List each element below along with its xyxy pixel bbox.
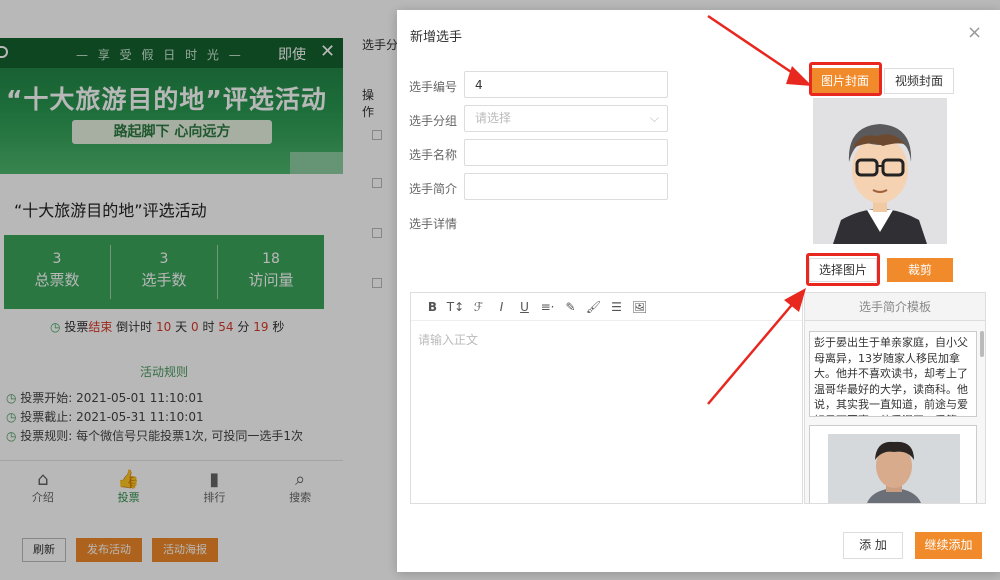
- image-icon[interactable]: 🖼: [628, 300, 651, 314]
- editor-placeholder[interactable]: 请输入正文: [418, 331, 478, 348]
- align-icon[interactable]: ☰: [605, 300, 628, 314]
- player-name-input[interactable]: [464, 139, 668, 166]
- cover-image: [813, 98, 947, 244]
- rich-text-editor: B T↕ ℱ I U ≡· ✎ 🖌 ☰ 🖼 请输入正文: [410, 292, 803, 504]
- highlight-box: [806, 253, 880, 286]
- bold-icon[interactable]: B: [421, 300, 444, 314]
- dialog-title: 新增选手: [410, 30, 463, 45]
- intro-label: 选手简介: [409, 182, 458, 196]
- chevron-down-icon: ⌵: [649, 111, 659, 125]
- player-intro-input[interactable]: [464, 173, 668, 200]
- player-number-input[interactable]: [464, 71, 668, 98]
- player-group-select[interactable]: 请选择 ⌵: [464, 105, 668, 132]
- brush-icon[interactable]: 🖌: [582, 300, 605, 314]
- italic-icon[interactable]: I: [490, 300, 513, 314]
- select-placeholder: 请选择: [475, 111, 512, 125]
- add-player-dialog: 新增选手 × 选手编号 选手分组 请选择 ⌵ 选手名称 选手简介 选手详情 图片…: [397, 10, 1000, 572]
- underline-icon[interactable]: U: [513, 300, 536, 314]
- highlight-box: [809, 62, 882, 96]
- pencil-icon[interactable]: ✎: [559, 300, 582, 314]
- template-photo: [828, 434, 960, 503]
- editor-toolbar: B T↕ ℱ I U ≡· ✎ 🖌 ☰ 🖼: [411, 293, 802, 321]
- font-family-icon[interactable]: ℱ: [467, 300, 490, 314]
- template-photo-card[interactable]: [809, 425, 977, 503]
- template-text-card[interactable]: 彭于晏出生于单亲家庭，自小父母离异，13岁随家人移民加拿大。他并不喜欢读书，却考…: [809, 331, 977, 417]
- intro-template-panel: 选手简介模板 彭于晏出生于单亲家庭，自小父母离异，13岁随家人移民加拿大。他并不…: [804, 292, 986, 504]
- avatar-illustration: [813, 98, 947, 244]
- detail-label: 选手详情: [409, 217, 458, 231]
- continue-add-button[interactable]: 继续添加: [915, 532, 982, 559]
- font-size-icon[interactable]: T↕: [444, 300, 467, 314]
- crop-button[interactable]: 裁剪: [887, 258, 953, 282]
- add-button[interactable]: 添 加: [843, 532, 903, 559]
- scrollbar[interactable]: [980, 331, 984, 357]
- name-label: 选手名称: [409, 148, 458, 162]
- strikethrough-icon[interactable]: ≡·: [536, 300, 559, 314]
- number-label: 选手编号: [409, 80, 458, 94]
- dialog-footer: 添 加 继续添加: [843, 532, 982, 559]
- template-title: 选手简介模板: [805, 293, 985, 321]
- tab-video-cover[interactable]: 视频封面: [884, 68, 954, 94]
- close-icon[interactable]: ×: [967, 22, 982, 43]
- portrait-photo: [828, 434, 960, 503]
- group-label: 选手分组: [409, 114, 458, 128]
